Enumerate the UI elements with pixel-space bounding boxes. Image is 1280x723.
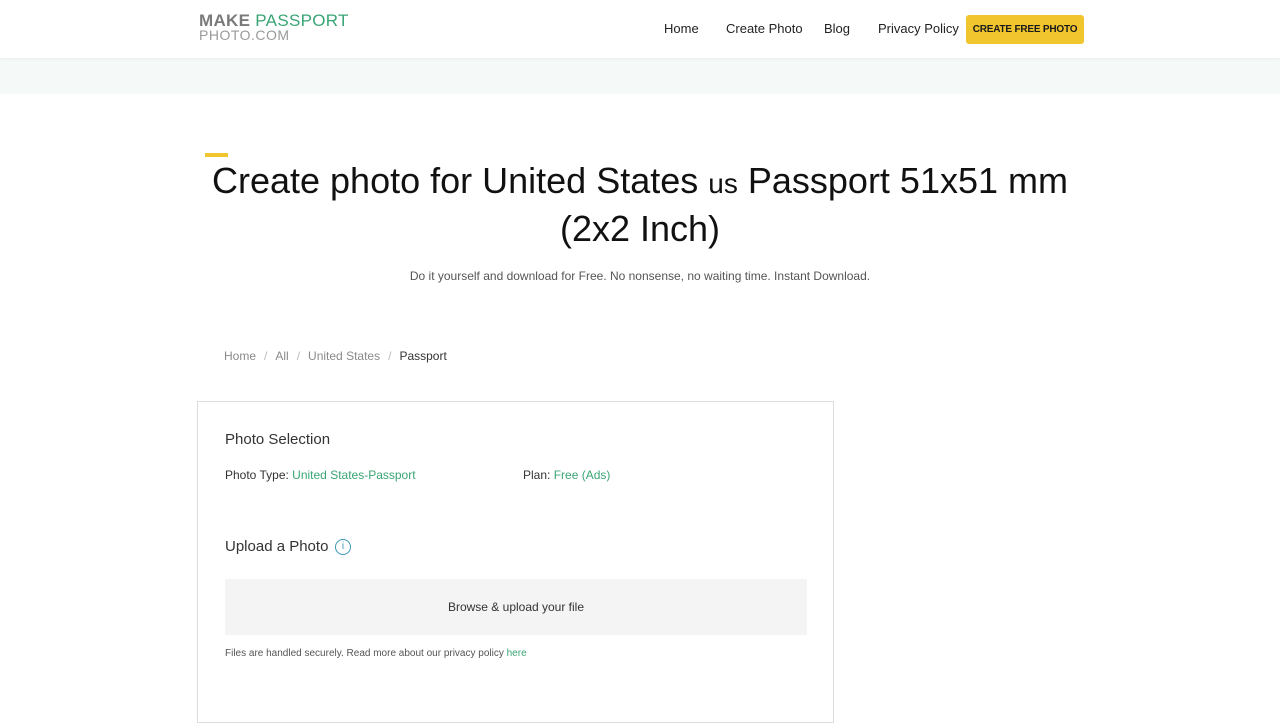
breadcrumb-separator: / bbox=[264, 349, 268, 363]
browse-upload-button[interactable]: Browse & upload your file bbox=[225, 579, 807, 635]
breadcrumb-united-states[interactable]: United States bbox=[308, 349, 380, 363]
upload-photo-title: Upload a Photo bbox=[225, 538, 329, 555]
nav-home[interactable]: Home bbox=[664, 21, 699, 36]
breadcrumb: Home / All / United States / Passport bbox=[224, 349, 447, 363]
nav-privacy-policy[interactable]: Privacy Policy bbox=[878, 21, 959, 36]
title-part1: Create photo for United States bbox=[211, 160, 709, 201]
page-subtitle: Do it yourself and download for Free. No… bbox=[409, 269, 871, 283]
plan-value[interactable]: Free (Ads) bbox=[554, 468, 611, 482]
breadcrumb-separator: / bbox=[296, 349, 301, 363]
nav-create-photo[interactable]: Create Photo bbox=[726, 21, 803, 36]
breadcrumb-home[interactable]: Home bbox=[224, 349, 256, 363]
photo-type-label: Photo Type: bbox=[225, 468, 293, 482]
page-title: Create photo for United States us Passpo… bbox=[200, 158, 1080, 251]
logo-domain: PHOTO.COM bbox=[199, 27, 290, 43]
photo-selection-title: Photo Selection bbox=[225, 431, 331, 448]
create-free-photo-button[interactable]: CREATE FREE PHOTO bbox=[966, 15, 1084, 44]
privacy-note: Files are handled securely. Read more ab… bbox=[225, 648, 527, 659]
site-header: MAKE PASSPORT PHOTO.COM Home Create Phot… bbox=[0, 0, 1280, 58]
privacy-policy-link[interactable]: here bbox=[507, 648, 527, 659]
privacy-note-text: Files are handled securely. Read more ab… bbox=[225, 648, 507, 659]
photo-form-card: Photo Selection Photo Type: United State… bbox=[197, 401, 834, 723]
photo-type-value[interactable]: United States-Passport bbox=[292, 468, 415, 482]
header-band bbox=[0, 58, 1280, 94]
breadcrumb-all[interactable]: All bbox=[275, 349, 288, 363]
country-code: us bbox=[708, 168, 738, 199]
breadcrumb-separator: / bbox=[388, 349, 392, 363]
photo-type: Photo Type: United States-Passport bbox=[225, 468, 416, 482]
plan-label: Plan: bbox=[523, 468, 554, 482]
plan: Plan: Free (Ads) bbox=[523, 468, 610, 482]
info-icon[interactable]: i bbox=[335, 539, 351, 555]
nav-blog[interactable]: Blog bbox=[824, 21, 850, 36]
title-accent-bar bbox=[205, 153, 228, 157]
site-logo[interactable]: MAKE PASSPORT PHOTO.COM bbox=[199, 12, 349, 43]
breadcrumb-current: Passport bbox=[399, 349, 447, 363]
